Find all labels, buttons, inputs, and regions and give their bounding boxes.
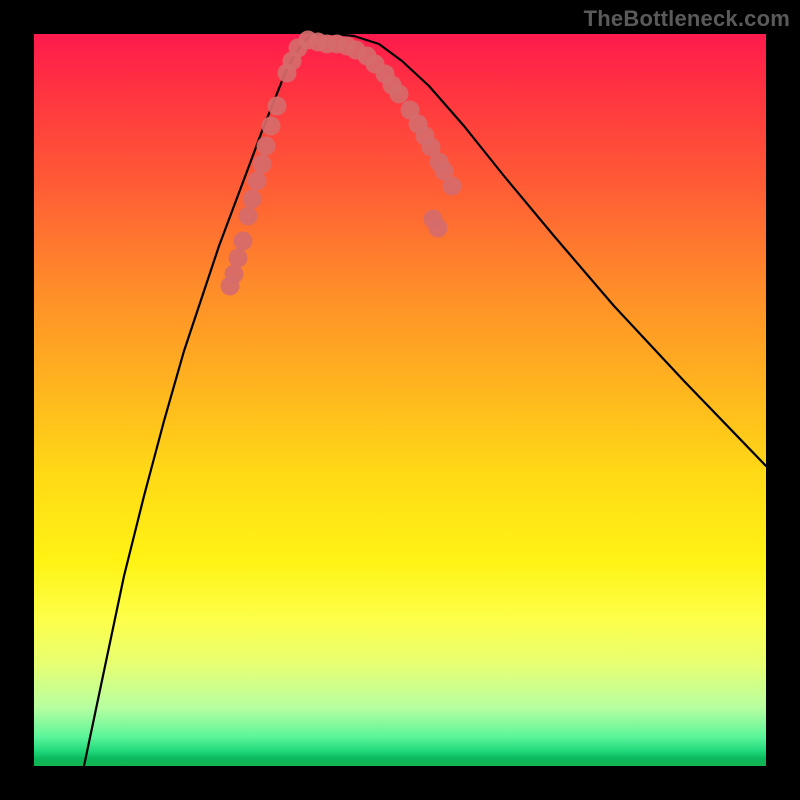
watermark-label: TheBottleneck.com (584, 6, 790, 32)
chart-frame: TheBottleneck.com (0, 0, 800, 800)
marker-point (390, 85, 409, 104)
marker-point (225, 265, 244, 284)
marker-point (229, 249, 248, 268)
marker-point (262, 117, 281, 136)
marker-point (239, 207, 258, 226)
marker-point (429, 219, 448, 238)
marker-point (234, 232, 253, 251)
marker-cluster (221, 31, 462, 296)
marker-point (253, 155, 272, 174)
marker-point (248, 172, 267, 191)
plot-area (34, 34, 766, 766)
marker-point (243, 190, 262, 209)
marker-point (443, 177, 462, 196)
marker-point (268, 97, 287, 116)
curve-layer (34, 34, 766, 766)
marker-point (257, 137, 276, 156)
